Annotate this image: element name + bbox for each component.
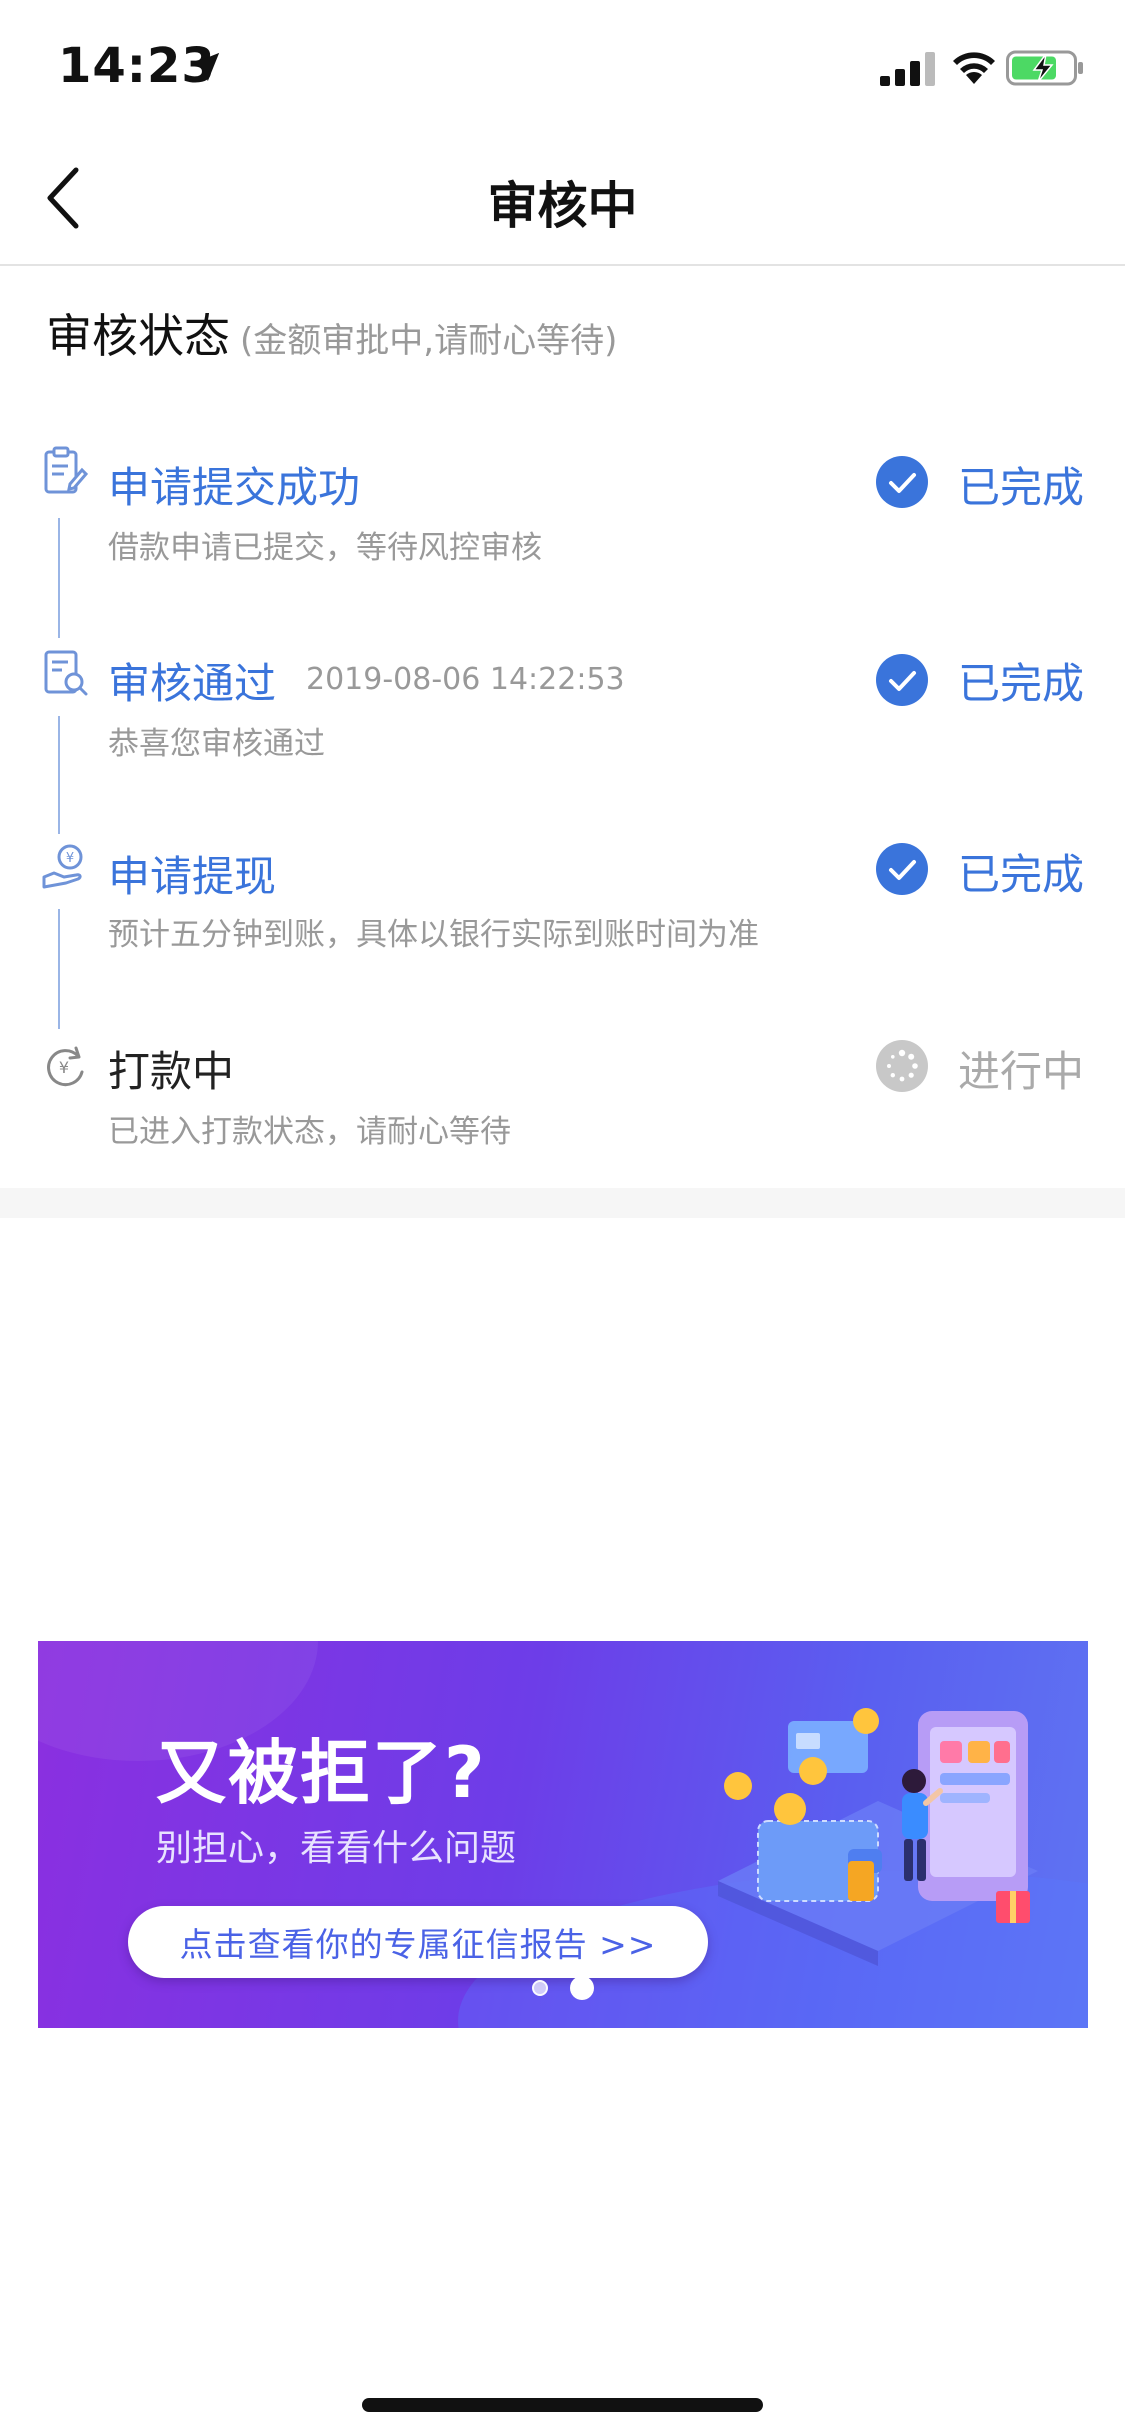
home-indicator[interactable]	[362, 2398, 763, 2412]
banner-title: 又被拒了?	[156, 1732, 487, 1814]
step-submit-success: 申请提交成功 借款申请已提交，等待风控审核 已完成	[0, 440, 1125, 640]
step-title: 打款中	[108, 1047, 235, 1096]
wallet-phone-illustration	[718, 1708, 1038, 1966]
cellular-signal-icon	[880, 52, 935, 86]
check-circle-icon	[876, 456, 928, 508]
step-description: 恭喜您审核通过	[108, 726, 325, 762]
document-search-icon	[44, 650, 88, 696]
section-title: 审核状态	[46, 309, 230, 363]
section-subtitle: (金额审批中,请耐心等待)	[240, 321, 618, 361]
check-circle-icon	[876, 654, 928, 706]
step-description: 预计五分钟到账，具体以银行实际到账时间为准	[108, 917, 759, 953]
step-connector	[58, 909, 60, 1029]
svg-text:¥: ¥	[59, 1058, 69, 1077]
hand-coin-icon: ¥	[42, 844, 83, 889]
step-apply-withdraw: ¥ 申请提现 预计五分钟到账，具体以银行实际到账时间为准 已完成	[0, 835, 1125, 1030]
loading-spinner-icon	[876, 1040, 928, 1092]
credit-report-button-label: 点击查看你的专属征信报告 >>	[179, 1925, 657, 1964]
step-connector	[58, 716, 60, 834]
review-status-heading: 审核状态 (金额审批中,请耐心等待)	[46, 300, 617, 364]
section-divider	[0, 1188, 1125, 1218]
step-status: 已完成	[958, 659, 1085, 708]
step-status: 已完成	[958, 850, 1085, 899]
battery-charging-icon	[1006, 50, 1083, 86]
status-bar: 14:23	[0, 0, 1125, 132]
nav-bar: 审核中	[0, 132, 1125, 266]
pagination-dot-active[interactable]	[570, 1976, 594, 2000]
credit-report-button[interactable]: 点击查看你的专属征信报告 >>	[128, 1906, 708, 1978]
banner-subtitle: 别担心，看看什么问题	[156, 1828, 517, 1869]
step-connector	[58, 518, 60, 638]
step-review-passed: 审核通过 2019-08-06 14:22:53 恭喜您审核通过 已完成	[0, 640, 1125, 835]
clipboard-edit-icon	[44, 446, 88, 494]
step-title: 申请提交成功	[108, 463, 361, 512]
step-description: 已进入打款状态，请耐心等待	[108, 1114, 511, 1150]
location-arrow-icon	[190, 52, 220, 82]
promo-banner[interactable]: 又被拒了? 别担心，看看什么问题 点击查看你的专属征信报告 >>	[38, 1641, 1088, 2028]
step-timestamp: 2019-08-06 14:22:53	[306, 662, 625, 697]
step-title: 申请提现	[108, 852, 277, 901]
yuan-refresh-icon: ¥	[47, 1046, 84, 1087]
banner-pagination	[38, 1976, 1088, 2000]
check-circle-icon	[876, 843, 928, 895]
step-description: 借款申请已提交，等待风控审核	[108, 530, 542, 566]
svg-text:¥: ¥	[66, 851, 74, 866]
step-payment-in-progress: ¥ 打款中 已进入打款状态，请耐心等待 进行中	[0, 1030, 1125, 1180]
page-title: 审核中	[487, 177, 638, 235]
wifi-icon	[953, 52, 995, 84]
pagination-dot[interactable]	[532, 1980, 548, 1996]
step-status: 已完成	[958, 463, 1085, 512]
step-status: 进行中	[958, 1047, 1085, 1096]
step-title: 审核通过	[108, 659, 277, 708]
